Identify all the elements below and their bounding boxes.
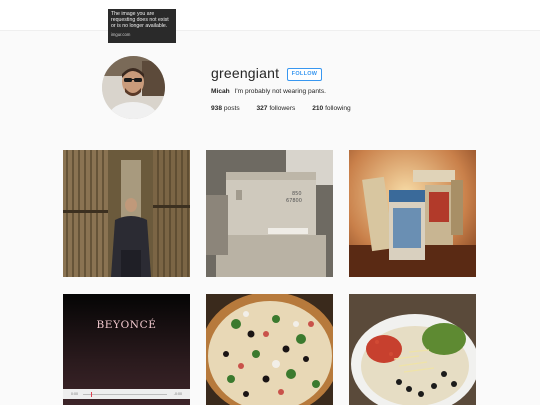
post-tile-burrito-bowl[interactable] xyxy=(349,294,476,405)
following-label: following xyxy=(325,105,351,112)
posts-count: 938 xyxy=(211,105,223,112)
profile-username: greengiant xyxy=(211,65,280,81)
followers-stat[interactable]: 327 followers xyxy=(256,105,295,112)
player-time-start: 0:00 xyxy=(71,392,78,396)
profile-bio: Micah I'm probably not wearing pants. xyxy=(211,88,326,95)
post-tile-pizza[interactable] xyxy=(206,294,333,405)
broken-image-placeholder: The image you are requesting does not ex… xyxy=(108,9,176,43)
audio-player[interactable]: 0:00 -0:00 xyxy=(63,389,190,399)
profile-avatar[interactable] xyxy=(102,56,165,119)
profile-name: Micah xyxy=(211,88,230,95)
profile-bio-text: I'm probably not wearing pants. xyxy=(234,88,326,95)
post-tile-record-store[interactable] xyxy=(63,150,190,277)
svg-text:67800: 67800 xyxy=(286,198,302,204)
svg-text:850: 850 xyxy=(292,191,302,197)
profile-stats: 938 posts 327 followers 210 following xyxy=(211,105,366,112)
album-title: BEYONCÉ xyxy=(96,319,157,331)
posts-label: posts xyxy=(223,105,240,112)
following-stat[interactable]: 210 following xyxy=(312,105,351,112)
top-bar xyxy=(0,0,540,31)
player-progress-knob[interactable] xyxy=(91,392,92,397)
broken-image-source: imgur.com xyxy=(111,32,131,37)
player-progress-track[interactable] xyxy=(83,394,167,395)
broken-image-message: The image you are requesting does not ex… xyxy=(111,11,169,29)
followers-count: 327 xyxy=(256,105,268,112)
player-time-end: -0:00 xyxy=(173,392,182,396)
post-tile-beyonce-album[interactable]: BEYONCÉ 0:00 -0:00 xyxy=(63,294,190,405)
posts-stat: 938 posts xyxy=(211,105,240,112)
post-tile-cereal-boxes[interactable] xyxy=(349,150,476,277)
post-tile-boxes[interactable]: 850 67800 xyxy=(206,150,333,277)
following-count: 210 xyxy=(312,105,324,112)
followers-label: followers xyxy=(269,105,296,112)
follow-button[interactable]: FOLLOW xyxy=(287,68,322,81)
